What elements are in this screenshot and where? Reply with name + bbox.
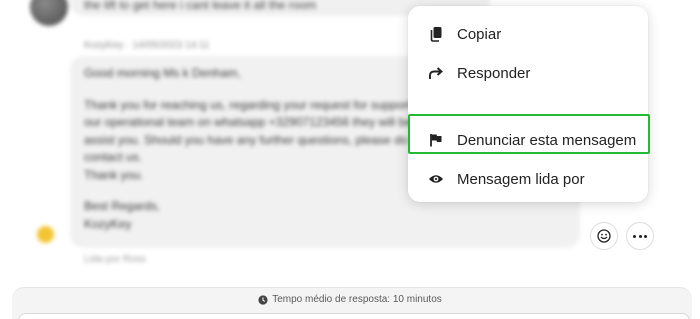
clock-icon — [258, 294, 268, 305]
message-line: KozyKey — [84, 216, 132, 231]
response-time-row: Tempo médio de resposta: 10 minutos — [0, 294, 700, 305]
response-time-text: Tempo médio de resposta: 10 minutos — [272, 294, 442, 305]
menu-item-label: Responder — [457, 64, 531, 82]
chat-screen: the lift to get here i cant leave it all… — [0, 0, 700, 319]
copy-icon — [428, 26, 444, 42]
previous-message-text: the lift to get here i cant leave it all… — [84, 0, 317, 12]
guest-avatar — [30, 0, 68, 26]
more-options-button[interactable] — [626, 222, 654, 250]
message-context-menu: Copiar Responder Denunciar esta mensagem — [408, 6, 648, 202]
eye-icon — [428, 171, 444, 187]
host-avatar — [37, 226, 54, 243]
menu-item-label: Copiar — [457, 25, 502, 43]
menu-item-label: Mensagem lida por — [457, 170, 585, 188]
reply-arrow-icon — [428, 65, 444, 81]
read-receipt: Lida por Ross — [84, 254, 146, 265]
menu-item-copy[interactable]: Copiar — [408, 15, 648, 53]
menu-item-reply[interactable]: Responder — [408, 54, 648, 92]
sender-meta: KozyKey · 14/05/2023 14:11 — [84, 40, 210, 51]
smiley-icon — [597, 229, 611, 243]
more-dots-icon — [633, 234, 647, 238]
message-input[interactable] — [18, 313, 690, 319]
menu-item-read-by[interactable]: Mensagem lida por — [408, 160, 648, 198]
emoji-reaction-button[interactable] — [590, 222, 618, 250]
highlight-box — [408, 114, 650, 154]
